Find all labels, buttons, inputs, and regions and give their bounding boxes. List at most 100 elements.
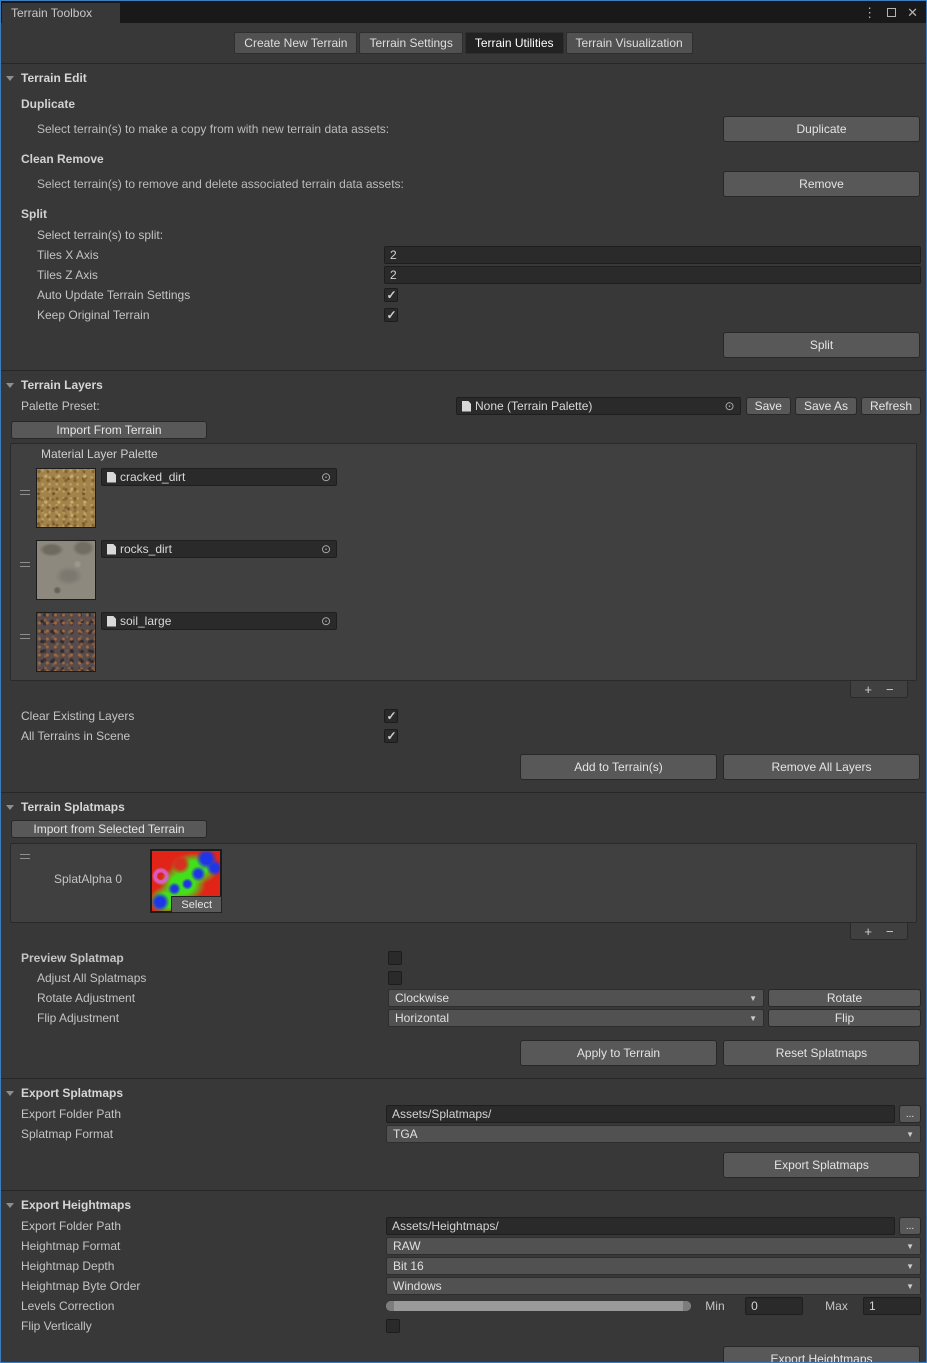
drag-handle-icon[interactable]	[20, 490, 30, 495]
reset-splatmaps-button[interactable]: Reset Splatmaps	[723, 1040, 920, 1066]
foldout-icon[interactable]	[6, 1091, 14, 1096]
apply-to-terrain-button[interactable]: Apply to Terrain	[520, 1040, 717, 1066]
rotate-adjustment-label: Rotate Adjustment	[37, 991, 388, 1005]
drag-handle-icon[interactable]	[20, 562, 30, 567]
heightmap-format-row: Heightmap Format RAW ▼	[1, 1236, 926, 1256]
rotate-adjustment-row: Rotate Adjustment Clockwise ▼ Rotate	[1, 988, 926, 1008]
import-from-selected-terrain-button[interactable]: Import from Selected Terrain	[11, 820, 207, 838]
levels-minmax-slider[interactable]	[386, 1301, 691, 1311]
splatmap-thumbnail[interactable]: Select	[150, 849, 222, 913]
heightmap-format-value: RAW	[393, 1239, 421, 1253]
browse-folder-button[interactable]: ...	[899, 1105, 921, 1123]
export-splatmaps-button[interactable]: Export Splatmaps	[723, 1152, 920, 1178]
tiles-x-input[interactable]: 2	[384, 246, 921, 264]
keep-original-checkbox[interactable]	[384, 308, 398, 322]
adjust-all-label: Adjust All Splatmaps	[37, 971, 388, 985]
save-as-button[interactable]: Save As	[795, 397, 857, 415]
save-button[interactable]: Save	[746, 397, 791, 415]
object-picker-icon[interactable]: ⊙	[319, 543, 333, 555]
layer-texture-thumbnail[interactable]	[36, 612, 96, 672]
palette-preset-object-field[interactable]: None (Terrain Palette) ⊙	[456, 397, 741, 415]
close-icon[interactable]: ✕	[907, 6, 918, 19]
heightmap-depth-dropdown[interactable]: Bit 16 ▼	[386, 1257, 921, 1275]
object-picker-icon[interactable]: ⊙	[723, 400, 737, 412]
asset-icon	[462, 401, 471, 412]
tab-terrain-visualization[interactable]: Terrain Visualization	[566, 32, 693, 54]
window-tab-terrain-toolbox[interactable]: Terrain Toolbox	[2, 3, 120, 23]
layer-object-field[interactable]: rocks_dirt ⊙	[101, 540, 337, 558]
max-label: Max	[825, 1299, 853, 1313]
heightmap-byte-order-dropdown[interactable]: Windows ▼	[386, 1277, 921, 1295]
layer-texture-thumbnail[interactable]	[36, 468, 96, 528]
palette-preset-row: Palette Preset: None (Terrain Palette) ⊙…	[1, 396, 926, 416]
tab-terrain-utilities[interactable]: Terrain Utilities	[465, 32, 564, 54]
clear-existing-checkbox[interactable]	[384, 709, 398, 723]
split-description-row: Select terrain(s) to split:	[1, 225, 926, 245]
auto-update-row: Auto Update Terrain Settings	[1, 285, 926, 305]
auto-update-checkbox[interactable]	[384, 288, 398, 302]
browse-folder-button[interactable]: ...	[899, 1217, 921, 1235]
rotate-direction-dropdown[interactable]: Clockwise ▼	[388, 989, 764, 1007]
foldout-icon[interactable]	[6, 1203, 14, 1208]
splat-folder-input[interactable]: Assets/Splatmaps/	[386, 1105, 895, 1123]
split-action-row: Split	[1, 332, 926, 358]
height-folder-row: Export Folder Path Assets/Heightmaps/ ..…	[1, 1216, 926, 1236]
slider-min-handle[interactable]	[386, 1301, 394, 1311]
import-from-terrain-button[interactable]: Import From Terrain	[11, 421, 207, 439]
preview-splatmap-checkbox[interactable]	[388, 951, 402, 965]
section-export-splatmaps: Export Splatmaps Export Folder Path Asse…	[1, 1078, 926, 1178]
object-picker-icon[interactable]: ⊙	[319, 615, 333, 627]
layer-texture-thumbnail[interactable]	[36, 540, 96, 600]
byte-order-row: Heightmap Byte Order Windows ▼	[1, 1276, 926, 1296]
splatmap-format-dropdown[interactable]: TGA ▼	[386, 1125, 921, 1143]
tab-create-new-terrain[interactable]: Create New Terrain	[234, 32, 357, 54]
layer-row-soil-large[interactable]: soil_large ⊙	[11, 608, 916, 680]
object-picker-icon[interactable]: ⊙	[319, 471, 333, 483]
heightmap-format-dropdown[interactable]: RAW ▼	[386, 1237, 921, 1255]
foldout-icon[interactable]	[6, 76, 14, 81]
add-layer-button[interactable]: +	[864, 683, 872, 696]
foldout-icon[interactable]	[6, 805, 14, 810]
refresh-button[interactable]: Refresh	[861, 397, 921, 415]
tab-terrain-settings[interactable]: Terrain Settings	[359, 32, 462, 54]
layer-object-field[interactable]: cracked_dirt ⊙	[101, 468, 337, 486]
max-input[interactable]: 1	[863, 1297, 921, 1315]
add-to-terrains-button[interactable]: Add to Terrain(s)	[520, 754, 717, 780]
flip-button[interactable]: Flip	[768, 1009, 921, 1027]
add-splat-button[interactable]: +	[864, 925, 872, 938]
section-terrain-splatmaps: Terrain Splatmaps Import from Selected T…	[1, 792, 926, 1066]
remove-layer-button[interactable]: −	[886, 683, 894, 696]
foldout-icon[interactable]	[6, 383, 14, 388]
flip-vertically-checkbox[interactable]	[386, 1319, 400, 1333]
splat-row[interactable]: SplatAlpha 0 Select	[11, 844, 916, 922]
all-terrains-checkbox[interactable]	[384, 729, 398, 743]
split-button[interactable]: Split	[723, 332, 920, 358]
layer-row-rocks-dirt[interactable]: rocks_dirt ⊙	[11, 536, 916, 608]
tiles-x-label: Tiles X Axis	[37, 248, 384, 262]
tiles-x-row: Tiles X Axis 2	[1, 245, 926, 265]
splatmap-select-button[interactable]: Select	[171, 896, 222, 913]
slider-max-handle[interactable]	[683, 1301, 691, 1311]
menu-icon[interactable]: ⋮	[863, 6, 876, 19]
maximize-icon[interactable]	[887, 8, 896, 17]
layer-row-cracked-dirt[interactable]: cracked_dirt ⊙	[11, 464, 916, 536]
min-input[interactable]: 0	[745, 1297, 803, 1315]
drag-handle-icon[interactable]	[20, 854, 30, 859]
duplicate-button[interactable]: Duplicate	[723, 116, 920, 142]
heightmap-format-label: Heightmap Format	[21, 1239, 386, 1253]
rotate-button[interactable]: Rotate	[768, 989, 921, 1007]
height-folder-input[interactable]: Assets/Heightmaps/	[386, 1217, 895, 1235]
export-heightmaps-button[interactable]: Export Heightmaps	[723, 1346, 920, 1363]
asset-icon	[107, 616, 116, 627]
clean-remove-heading: Clean Remove	[1, 151, 926, 167]
remove-splat-button[interactable]: −	[886, 925, 894, 938]
remove-button[interactable]: Remove	[723, 171, 920, 197]
drag-handle-icon[interactable]	[20, 634, 30, 639]
remove-all-layers-button[interactable]: Remove All Layers	[723, 754, 920, 780]
tiles-z-input[interactable]: 2	[384, 266, 921, 284]
export-splatmaps-action-row: Export Splatmaps	[1, 1152, 926, 1178]
adjust-all-checkbox[interactable]	[388, 971, 402, 985]
chevron-down-icon: ▼	[749, 994, 757, 1003]
flip-direction-dropdown[interactable]: Horizontal ▼	[388, 1009, 764, 1027]
layer-object-field[interactable]: soil_large ⊙	[101, 612, 337, 630]
